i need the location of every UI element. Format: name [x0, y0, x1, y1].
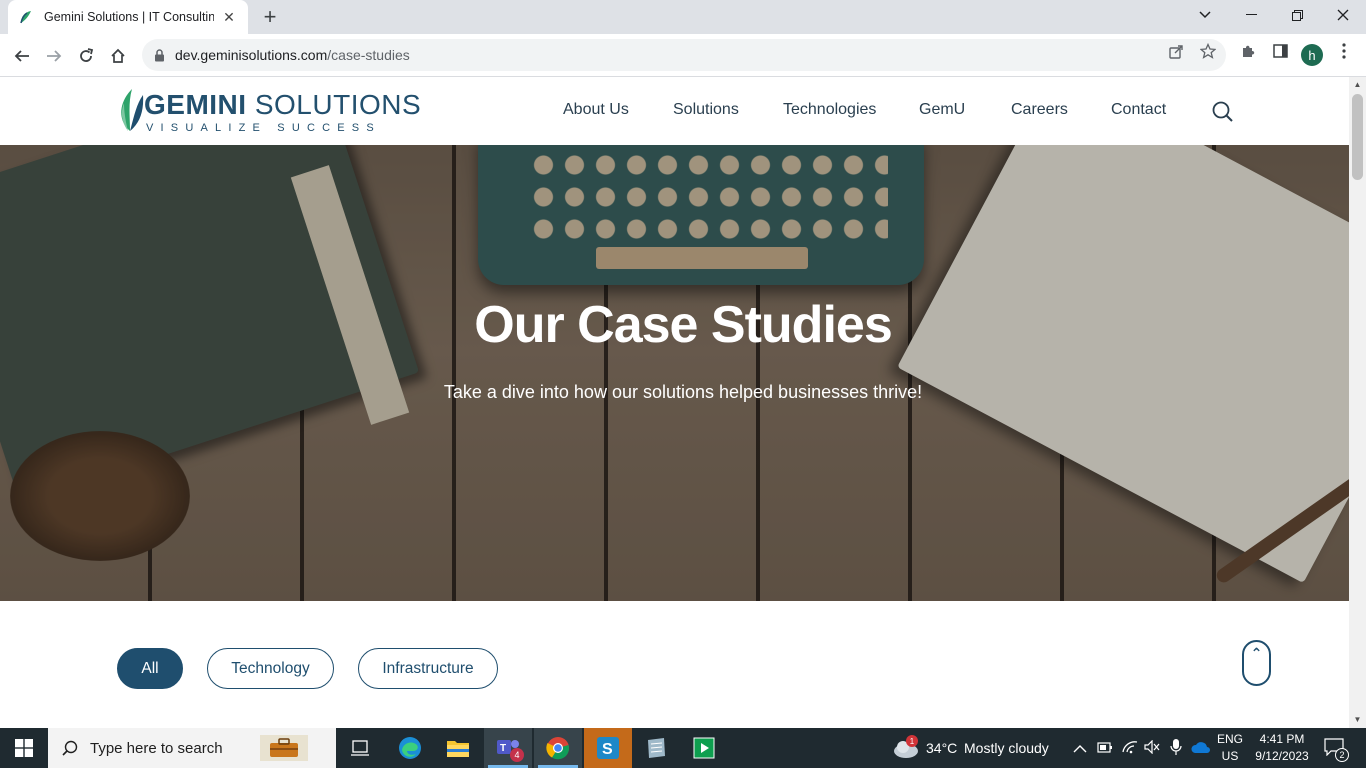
microphone-icon[interactable]: [1170, 738, 1182, 761]
file-explorer-icon[interactable]: [434, 728, 482, 768]
teams-badge: 4: [510, 748, 524, 762]
speaker-muted-icon[interactable]: [1144, 739, 1160, 759]
address-bar[interactable]: dev.geminisolutions.com/case-studies: [142, 39, 1226, 71]
weather-temperature[interactable]: 34°C: [926, 740, 957, 756]
tab-title: Gemini Solutions | IT Consulting,: [44, 10, 214, 24]
search-icon: [62, 740, 78, 756]
extensions-puzzle-icon[interactable]: [1238, 41, 1258, 61]
logo-tagline: VISUALIZE SUCCESS: [146, 122, 381, 134]
hero-overlay: [0, 145, 1349, 601]
side-panel-icon[interactable]: [1270, 41, 1290, 61]
filter-all-button[interactable]: All: [117, 648, 183, 689]
browser-tabstrip: Gemini Solutions | IT Consulting, ✕ +: [0, 0, 1366, 34]
page-title: Our Case Studies: [474, 296, 892, 354]
forward-arrow-icon[interactable]: [40, 42, 68, 70]
nav-contact[interactable]: Contact: [1111, 101, 1166, 119]
battery-icon[interactable]: [1097, 740, 1113, 759]
url-host: dev.geminisolutions.com: [175, 47, 328, 63]
page-subtitle: Take a dive into how our solutions helpe…: [443, 382, 923, 402]
home-icon[interactable]: [104, 42, 132, 70]
page-viewport: GEMINI SOLUTIONS VISUALIZE SUCCESS About…: [0, 77, 1349, 728]
weather-description[interactable]: Mostly cloudy: [964, 740, 1049, 756]
chrome-icon[interactable]: [534, 728, 582, 768]
restore-button[interactable]: [1274, 0, 1320, 30]
show-hidden-icons-chevron-icon[interactable]: [1073, 741, 1087, 759]
edge-browser-icon[interactable]: [386, 728, 434, 768]
notepad-icon[interactable]: [632, 728, 680, 768]
taskbar-search-box[interactable]: Type here to search: [48, 728, 336, 768]
logo-leaf-icon: [121, 89, 144, 131]
onedrive-cloud-icon[interactable]: [1191, 741, 1211, 759]
share-icon[interactable]: [1166, 41, 1186, 61]
close-window-button[interactable]: [1320, 0, 1366, 30]
scroll-up-arrow-icon[interactable]: ▲: [1353, 80, 1362, 89]
filter-technology-button[interactable]: Technology: [207, 648, 334, 689]
reload-icon[interactable]: [72, 42, 100, 70]
nav-solutions[interactable]: Solutions: [673, 101, 739, 119]
scroll-down-arrow-icon[interactable]: ▼: [1353, 715, 1362, 724]
filter-infrastructure-button[interactable]: Infrastructure: [358, 648, 498, 689]
site-header: GEMINI SOLUTIONS VISUALIZE SUCCESS About…: [0, 77, 1349, 145]
svg-text:T: T: [500, 743, 506, 754]
language-top[interactable]: ENG: [1216, 732, 1244, 746]
gemini-logo[interactable]: GEMINI SOLUTIONS VISUALIZE SUCCESS: [116, 85, 421, 137]
menu-kebab-icon[interactable]: [1334, 41, 1354, 61]
browser-tab[interactable]: Gemini Solutions | IT Consulting, ✕: [8, 0, 248, 34]
gemini-leaf-icon: [18, 9, 34, 25]
nav-technologies[interactable]: Technologies: [783, 101, 876, 119]
media-player-icon[interactable]: [680, 728, 728, 768]
scroll-to-top-button[interactable]: ⌃: [1242, 640, 1271, 686]
windows-start-icon[interactable]: [0, 728, 48, 768]
nav-about-us[interactable]: About Us: [563, 101, 629, 119]
svg-text:S: S: [602, 741, 613, 758]
task-view-icon[interactable]: [336, 728, 384, 768]
minimize-button[interactable]: [1228, 0, 1274, 30]
logo-wordmark: GEMINI SOLUTIONS: [144, 89, 422, 120]
clock-time[interactable]: 4:41 PM: [1252, 732, 1312, 746]
hero-banner: Our Case Studies Take a dive into how ou…: [0, 145, 1349, 601]
url-path: /case-studies: [327, 47, 410, 63]
page-scrollbar[interactable]: ▲ ▼: [1349, 77, 1366, 728]
lock-icon[interactable]: [154, 48, 165, 62]
windows-taskbar: Type here to search T 4 S 1 34°C Mostly …: [0, 728, 1366, 768]
clock-date[interactable]: 9/12/2023: [1252, 749, 1312, 763]
teams-icon[interactable]: T 4: [484, 728, 532, 768]
close-tab-icon[interactable]: ✕: [220, 8, 238, 26]
new-tab-button[interactable]: +: [258, 4, 282, 29]
wifi-icon[interactable]: [1121, 740, 1139, 759]
nav-gemu[interactable]: GemU: [919, 101, 965, 119]
taskbar-search-placeholder: Type here to search: [90, 739, 223, 757]
back-arrow-icon[interactable]: [8, 42, 36, 70]
scrollbar-thumb[interactable]: [1352, 94, 1363, 180]
language-bottom[interactable]: US: [1216, 749, 1244, 763]
bookmark-star-icon[interactable]: [1198, 41, 1218, 61]
case-study-filters: All Technology Infrastructure ⌃: [0, 601, 1349, 728]
search-icon[interactable]: [1212, 101, 1234, 123]
notification-count: 2: [1335, 748, 1349, 762]
weather-badge: 1: [906, 735, 918, 747]
app-s-icon[interactable]: S: [584, 728, 632, 768]
profile-avatar[interactable]: h: [1301, 44, 1323, 66]
tab-search-icon[interactable]: [1182, 0, 1228, 30]
nav-careers[interactable]: Careers: [1011, 101, 1068, 119]
briefcase-icon: [260, 735, 308, 761]
chevron-up-icon: ⌃: [1250, 645, 1263, 661]
browser-toolbar: dev.geminisolutions.com/case-studies h: [0, 34, 1366, 77]
